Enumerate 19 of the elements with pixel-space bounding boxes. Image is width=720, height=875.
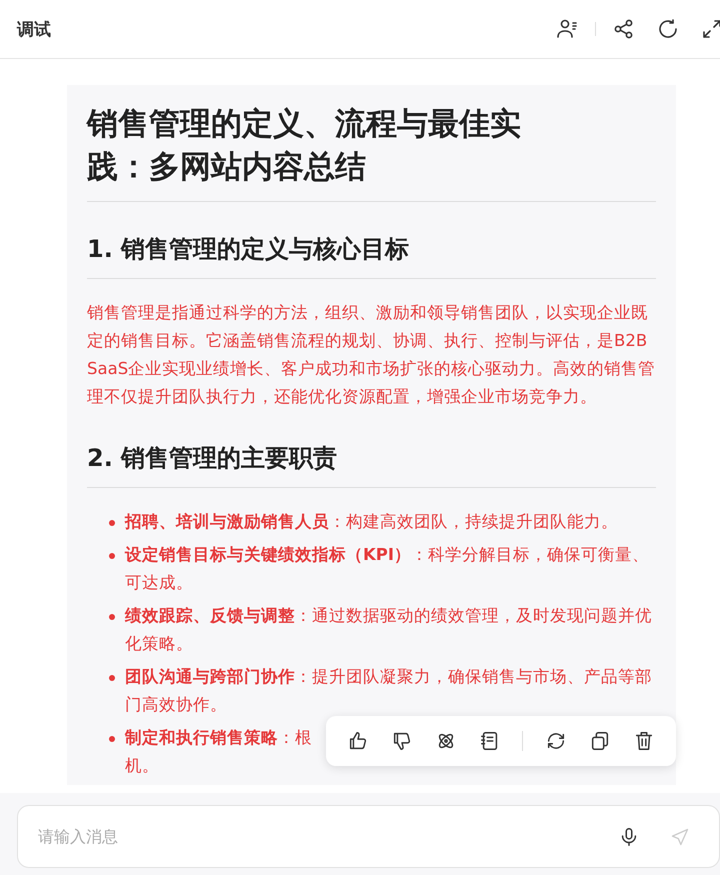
list-item: 制定和执行销售策略：根 <box>125 727 312 749</box>
bullet-icon <box>109 675 115 681</box>
article-title: 销售管理的定义、流程与最佳实践：多网站内容总结 <box>87 105 522 187</box>
list-item: 绩效跟踪、反馈与调整：通过数据驱动的绩效管理，及时发现问题并优化策略。 <box>125 605 653 655</box>
paragraph: 销售管理是指通过科学的方法，组织、激励和领导销售团队，以实现企业既定的销售目标。它涵盖销售流程的规划、协调、执行、控制与评估，是B2B SaaS企业实现业绩增长、客户成功和市场扩张的核心驱动力。高效的销售管理不仅提升团队执行力，还能优化资源配置，增强企业市场竞争力。 <box>87 302 656 408</box>
bullet-icon <box>109 736 115 742</box>
message-input[interactable]: 请输入消息 <box>17 805 720 868</box>
list-item: 团队沟通与跨部门协作：提升团队凝聚力，确保销售与市场、产品等部门高效协作。 <box>125 666 653 716</box>
list-item: 招聘、培训与激励销售人员：构建高效团队，持续提升团队能力。 <box>125 511 618 533</box>
bullet-icon <box>109 553 115 559</box>
list-item-continuation: 机。 <box>125 755 159 777</box>
section-heading: 1. 销售管理的定义与核心目标 <box>87 234 410 265</box>
window-title: 调试 <box>17 18 52 40</box>
bullet-icon <box>109 520 115 526</box>
section-heading: 2. 销售管理的主要职责 <box>87 443 338 474</box>
list-item: 设定销售目标与关键绩效指标（KPI）：科学分解目标，确保可衡量、可达成。 <box>125 544 650 594</box>
bullet-icon <box>109 614 115 620</box>
refresh-icon[interactable] <box>656 17 680 41</box>
expand-icon[interactable] <box>700 17 720 41</box>
